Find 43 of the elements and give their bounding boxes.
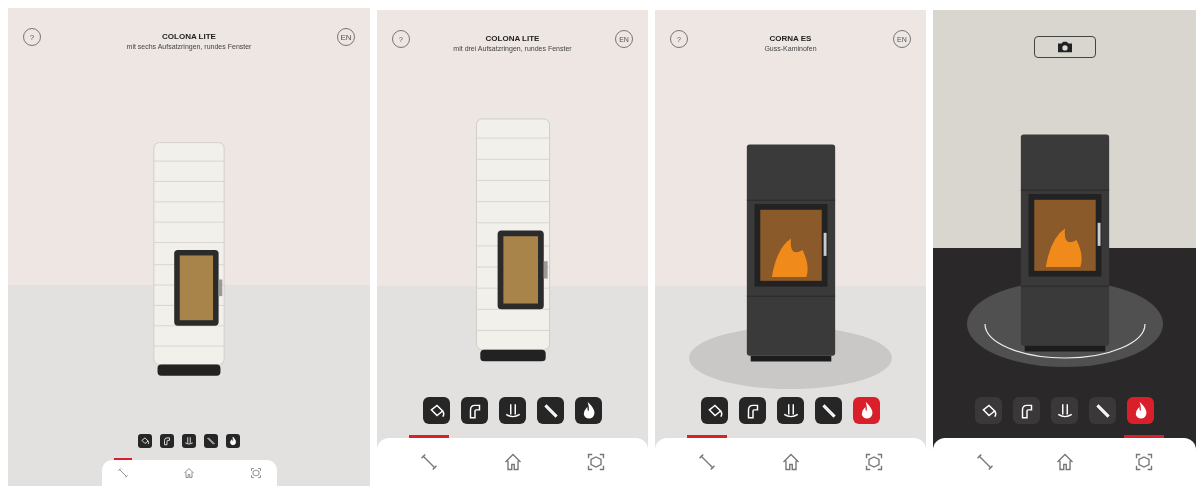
camera-icon bbox=[1055, 40, 1074, 54]
tool-button[interactable] bbox=[499, 397, 526, 424]
tool-button[interactable] bbox=[701, 397, 728, 424]
paint-bucket-icon bbox=[140, 436, 150, 446]
tool-button[interactable] bbox=[226, 434, 240, 448]
rod-icon bbox=[819, 401, 838, 420]
tool-button[interactable] bbox=[1089, 397, 1116, 424]
tool-button[interactable] bbox=[575, 397, 602, 424]
tool-button[interactable] bbox=[1013, 397, 1040, 424]
rod-icon bbox=[541, 401, 560, 420]
flame-icon bbox=[228, 436, 238, 446]
tool-button[interactable] bbox=[537, 397, 564, 424]
home-icon bbox=[183, 467, 195, 479]
product-title: COLONA LITE bbox=[485, 34, 540, 43]
tool-button[interactable] bbox=[1127, 397, 1154, 424]
tool-button[interactable] bbox=[739, 397, 766, 424]
home-icon bbox=[1054, 452, 1075, 472]
pipe-icon bbox=[162, 436, 172, 446]
tool-button[interactable] bbox=[160, 434, 174, 448]
product-title: COLONA LITE bbox=[162, 32, 216, 41]
base-plate-icon bbox=[1055, 401, 1074, 420]
rod-icon bbox=[206, 436, 216, 446]
base-plate-icon bbox=[781, 401, 800, 420]
camera-button[interactable] bbox=[1033, 36, 1096, 58]
ar-cube-icon bbox=[1134, 452, 1154, 472]
tool-button[interactable] bbox=[777, 397, 804, 424]
tool-button[interactable] bbox=[815, 397, 842, 424]
ar-cube-icon bbox=[586, 452, 606, 472]
tool-button[interactable] bbox=[182, 434, 196, 448]
base-plate-icon bbox=[184, 436, 194, 446]
tool-button[interactable] bbox=[423, 397, 450, 424]
ar-cube-icon bbox=[249, 467, 262, 479]
tool-button[interactable] bbox=[1051, 397, 1078, 424]
rod-icon bbox=[1093, 401, 1112, 420]
tool-button[interactable] bbox=[138, 434, 152, 448]
base-plate-icon bbox=[503, 401, 522, 420]
home-icon bbox=[780, 452, 801, 472]
home-icon bbox=[502, 452, 523, 472]
tool-button[interactable] bbox=[204, 434, 218, 448]
tool-button[interactable] bbox=[461, 397, 488, 424]
tool-button[interactable] bbox=[975, 397, 1002, 424]
ar-cube-icon bbox=[864, 452, 884, 472]
product-title: CORNA ES bbox=[769, 34, 812, 43]
